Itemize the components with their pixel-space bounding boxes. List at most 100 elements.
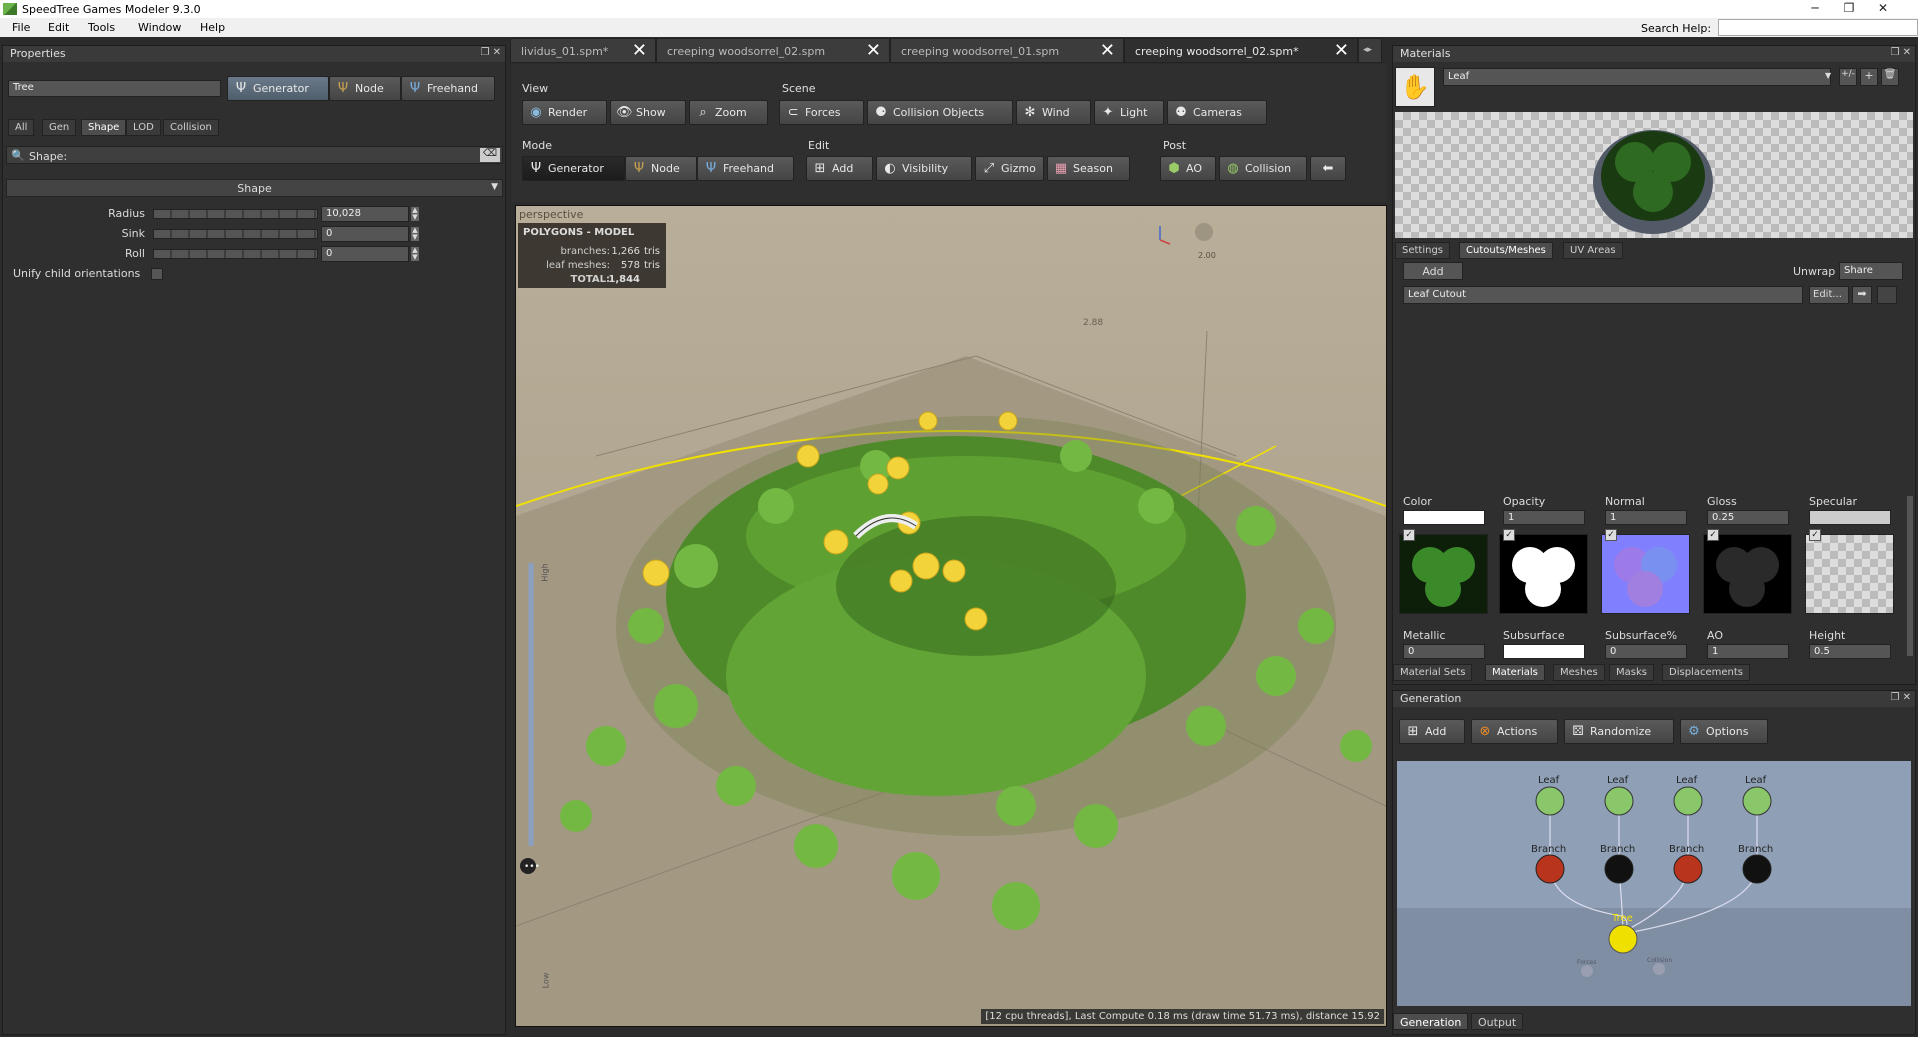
prop-node-button[interactable]: Ψ Node xyxy=(329,76,401,101)
toggle-button[interactable]: +/- xyxy=(1839,68,1857,86)
filter-tab-all[interactable]: All xyxy=(8,119,35,136)
tab-generation[interactable]: Generation xyxy=(1393,1013,1469,1030)
tab-masks[interactable]: Masks xyxy=(1609,664,1654,681)
roll-slider[interactable] xyxy=(153,249,318,259)
branch-node-label-2[interactable]: Branch xyxy=(1600,844,1635,855)
doc-tab-1[interactable]: lividus_01.spm* ✕ xyxy=(510,38,656,63)
3d-viewport[interactable]: perspective POLYGONS - MODEL branches: 1… xyxy=(515,205,1387,1027)
opacity-field[interactable]: 1 xyxy=(1503,510,1585,525)
tab-settings[interactable]: Settings xyxy=(1395,242,1451,259)
radius-spin[interactable]: ▲ ▼ xyxy=(411,207,419,221)
shape-section-header[interactable]: Shape ▼ xyxy=(6,179,503,197)
opacity-map-checkbox[interactable]: ✓ xyxy=(1503,529,1515,541)
panel-float-close-icons[interactable]: ❐ ✕ xyxy=(480,47,501,58)
add-material-icon[interactable]: + xyxy=(1860,68,1878,86)
height-field[interactable]: 0.5 xyxy=(1809,644,1891,659)
mode-freehand-button[interactable]: Ψ Freehand xyxy=(697,156,794,181)
gloss-map-swatch[interactable] xyxy=(1703,534,1792,614)
back-arrow-button[interactable]: ⬅ xyxy=(1310,156,1346,181)
opacity-map-swatch[interactable] xyxy=(1499,534,1588,614)
tree-node-label[interactable]: Tree xyxy=(1612,913,1633,924)
search-help-input[interactable] xyxy=(1718,19,1918,36)
cutout-edit-button[interactable]: Edit... xyxy=(1809,286,1849,304)
close-tab-icon[interactable]: ✕ xyxy=(632,40,647,61)
light-button[interactable]: ✦ Light xyxy=(1094,100,1164,125)
gloss-map-checkbox[interactable]: ✓ xyxy=(1707,529,1719,541)
property-search-input[interactable]: Shape: xyxy=(29,150,67,163)
filter-tab-lod[interactable]: LOD xyxy=(126,119,161,136)
branch-node-label-1[interactable]: Branch xyxy=(1531,844,1566,855)
leaf-node-label-3[interactable]: Leaf xyxy=(1676,775,1697,786)
hand-tool-icon[interactable]: ✋ xyxy=(1395,67,1435,107)
material-preview[interactable] xyxy=(1395,112,1913,238)
cutout-select[interactable]: Leaf Cutout xyxy=(1403,286,1803,304)
tab-meshes[interactable]: Meshes xyxy=(1553,664,1605,681)
forces-button[interactable]: ⊂ Forces xyxy=(779,100,864,125)
doc-tab-2[interactable]: creeping woodsorrel_02.spm ✕ xyxy=(656,38,890,63)
branch-node-label-4[interactable]: Branch xyxy=(1738,844,1773,855)
view-cube-icon[interactable] xyxy=(1195,223,1213,241)
color-map-checkbox[interactable]: ✓ xyxy=(1403,529,1415,541)
forces-node-label[interactable]: Forces xyxy=(1577,959,1596,966)
property-search[interactable]: 🔍 Shape: ⌫ xyxy=(6,146,503,164)
tab-displacements[interactable]: Displacements xyxy=(1662,664,1750,681)
sink-spin[interactable]: ▲ ▼ xyxy=(411,227,419,241)
color-field[interactable] xyxy=(1403,510,1485,525)
randomize-button[interactable]: ⚄ Randomize xyxy=(1564,719,1674,744)
leaf-node-label-1[interactable]: Leaf xyxy=(1538,775,1559,786)
close-icon[interactable]: ✕ xyxy=(1868,1,1898,17)
roll-spin[interactable]: ▲ ▼ xyxy=(411,247,419,261)
menu-help[interactable]: Help xyxy=(200,21,225,34)
actions-button[interactable]: ⊗ Actions xyxy=(1471,719,1558,744)
extra-button[interactable] xyxy=(1877,286,1897,304)
normal-map-swatch[interactable] xyxy=(1601,534,1690,614)
ao-button[interactable]: ⬢ AO xyxy=(1160,156,1216,181)
menu-file[interactable]: File xyxy=(12,21,30,34)
sink-slider[interactable] xyxy=(153,229,318,239)
mode-node-button[interactable]: Ψ Node xyxy=(625,156,697,181)
season-button[interactable]: ▦ Season xyxy=(1047,156,1130,181)
filter-tab-collision[interactable]: Collision xyxy=(163,119,219,136)
close-tab-icon[interactable]: ✕ xyxy=(866,40,881,61)
radius-slider[interactable] xyxy=(153,209,318,219)
prop-generator-button[interactable]: Ψ Generator xyxy=(227,76,329,101)
panel-float-close-icons[interactable]: ❐ ✕ xyxy=(1890,47,1911,58)
leaf-node-label-4[interactable]: Leaf xyxy=(1745,775,1766,786)
doc-tab-4[interactable]: creeping woodsorrel_02.spm* ✕ xyxy=(1124,38,1358,63)
sink-field[interactable]: 0 xyxy=(321,226,409,242)
menu-edit[interactable]: Edit xyxy=(48,21,69,34)
edit-add-button[interactable]: ⊞ Add xyxy=(806,156,873,181)
specular-map-checkbox[interactable]: ✓ xyxy=(1809,529,1821,541)
close-tab-icon[interactable]: ✕ xyxy=(1334,40,1349,61)
branch-node-label-3[interactable]: Branch xyxy=(1669,844,1704,855)
tab-output[interactable]: Output xyxy=(1471,1013,1524,1030)
gen-options-button[interactable]: ⚙ Options xyxy=(1680,719,1768,744)
tab-materials[interactable]: Materials xyxy=(1485,664,1545,681)
ao-field[interactable]: 1 xyxy=(1707,644,1789,659)
subsurface-field[interactable] xyxy=(1503,644,1585,659)
filter-tab-gen[interactable]: Gen xyxy=(42,119,77,136)
tab-cutouts-meshes[interactable]: Cutouts/Meshes xyxy=(1459,242,1553,259)
subsurface-percent-field[interactable]: 0 xyxy=(1605,644,1687,659)
generator-graph[interactable]: Leaf Leaf Leaf Leaf Branch Branch Branch… xyxy=(1397,761,1911,1006)
normal-field[interactable]: 1 xyxy=(1605,510,1687,525)
cutout-add-button[interactable]: Add xyxy=(1403,262,1463,280)
restore-icon[interactable]: ❐ xyxy=(1834,1,1864,17)
filter-tab-shape[interactable]: Shape xyxy=(81,119,127,136)
tab-material-sets[interactable]: Material Sets xyxy=(1393,664,1473,681)
normal-map-checkbox[interactable]: ✓ xyxy=(1605,529,1617,541)
delete-material-icon[interactable]: 🗑 xyxy=(1881,68,1899,86)
menu-window[interactable]: Window xyxy=(138,21,181,34)
visibility-button[interactable]: ◐ Visibility xyxy=(876,156,972,181)
gen-add-button[interactable]: ⊞ Add xyxy=(1399,719,1465,744)
cameras-button[interactable]: ⚉ Cameras xyxy=(1167,100,1267,125)
gloss-field[interactable]: 0.25 xyxy=(1707,510,1789,525)
specular-field[interactable] xyxy=(1809,510,1891,525)
leaf-node-label-2[interactable]: Leaf xyxy=(1607,775,1628,786)
tab-scroll-arrows[interactable]: ◂▸ xyxy=(1358,38,1382,63)
object-name-field[interactable]: Tree xyxy=(8,80,221,97)
render-button[interactable]: ◉ Render xyxy=(522,100,607,125)
color-map-swatch[interactable] xyxy=(1399,534,1488,614)
material-select[interactable]: Leaf xyxy=(1443,68,1831,86)
unify-checkbox[interactable] xyxy=(151,268,163,280)
